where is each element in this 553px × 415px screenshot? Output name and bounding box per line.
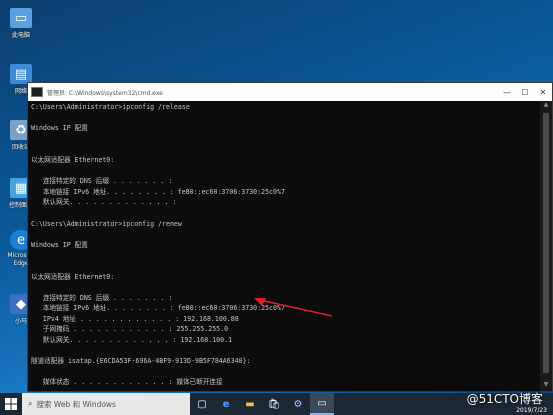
console-line: Windows IP 配置 bbox=[31, 124, 88, 133]
console-line: 连接特定的 DNS 后缀 . . . . . . . : bbox=[31, 388, 538, 389]
title-bar[interactable]: 管理员: C:\Windows\system32\cmd.exe — ☐ ✕ bbox=[28, 83, 552, 101]
file-explorer-icon[interactable]: ▬ bbox=[238, 393, 262, 415]
console-output[interactable]: C:\Users\Administrator>ipconfig /release… bbox=[31, 102, 538, 389]
network-icon: ▤ bbox=[10, 64, 32, 84]
computer-icon: ▭ bbox=[10, 8, 32, 28]
clock-date: 2019/7/23 bbox=[516, 407, 547, 414]
cmd-icon bbox=[31, 87, 43, 97]
console-line: 以太网适配器 Ethernet0: bbox=[31, 272, 115, 281]
console-line: 连接特定的 DNS 后缀 . . . . . . . : bbox=[31, 177, 173, 186]
windows-logo-icon bbox=[5, 398, 17, 410]
console-line: C:\Users\Administrator>ipconfig /release bbox=[31, 103, 190, 111]
console-line: 子网掩码 . . . . . . . . . . . . : 255.255.2… bbox=[31, 325, 229, 334]
console-line: 默认网关. . . . . . . . . . . . . : bbox=[31, 198, 177, 207]
close-button[interactable]: ✕ bbox=[534, 83, 552, 101]
scroll-up-icon[interactable]: ▲ bbox=[540, 101, 552, 111]
console-line: C:\Users\Administrator>ipconfig /renew bbox=[31, 219, 182, 228]
console-line: 默认网关. . . . . . . . . . . . . : 192.168.… bbox=[31, 336, 233, 345]
console-line: Windows IP 配置 bbox=[31, 240, 88, 249]
minimize-button[interactable]: — bbox=[498, 83, 516, 101]
taskbar-search-box[interactable]: ⌕ 搜索 Web 和 Windows bbox=[22, 393, 190, 415]
console-line: 媒体状态 . . . . . . . . . . . . : 媒体已断开连接 bbox=[31, 378, 223, 387]
cmd-icon[interactable]: ▭ bbox=[310, 393, 334, 415]
search-placeholder: 搜索 Web 和 Windows bbox=[36, 399, 116, 409]
settings-icon[interactable]: ⚙ bbox=[286, 393, 310, 415]
vertical-scrollbar[interactable]: ▲ ▼ bbox=[540, 101, 552, 391]
window-title: 管理员: C:\Windows\system32\cmd.exe bbox=[47, 89, 163, 97]
console-line: 以太网适配器 Ethernet0: bbox=[31, 155, 115, 164]
start-button[interactable] bbox=[0, 393, 22, 415]
store-icon[interactable]: 🛍 bbox=[262, 393, 286, 415]
search-icon: ⌕ bbox=[28, 399, 33, 408]
cmd-window[interactable]: 管理员: C:\Windows\system32\cmd.exe — ☐ ✕ C… bbox=[27, 82, 553, 392]
scrollbar-thumb[interactable] bbox=[543, 113, 549, 373]
edge-icon[interactable]: e bbox=[214, 393, 238, 415]
maximize-button[interactable]: ☐ bbox=[516, 83, 534, 101]
red-arrow-annotation bbox=[254, 298, 333, 317]
console-line: 本地链接 IPv6 地址. . . . . . . . : fe80::ec60… bbox=[31, 187, 285, 196]
console-line: 隧道适配器 isatap.{E6CDA53F-696A-4BF9-913D-9B… bbox=[31, 357, 251, 366]
desktop-icon-label: 此电脑 bbox=[11, 32, 30, 39]
watermark: @51CTO博客 bbox=[466, 392, 543, 406]
task-view-icon[interactable]: ▢ bbox=[190, 393, 214, 415]
desktop-icon-this-pc[interactable]: ▭ 此电脑 bbox=[2, 8, 40, 39]
